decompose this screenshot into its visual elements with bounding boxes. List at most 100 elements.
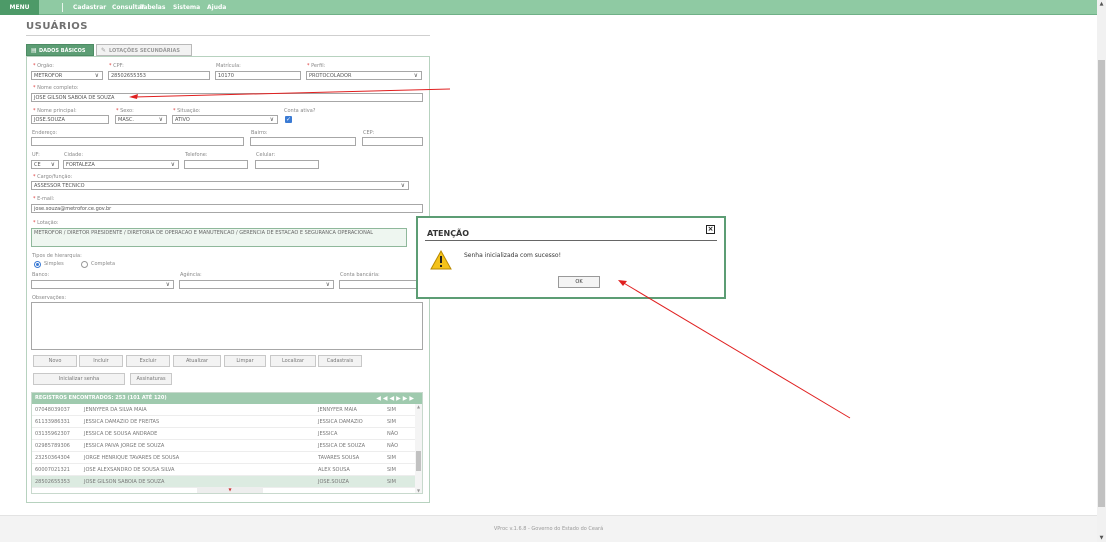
conta-bancaria-field[interactable] <box>339 280 417 289</box>
cargo-select[interactable]: ASSESSOR TECNICO <box>31 181 409 190</box>
grid-pagination: ◀◀◀▶▶▶ <box>376 393 416 404</box>
annotation-arrow-ok-button <box>621 281 851 419</box>
warning-icon <box>430 250 452 270</box>
incluir-button[interactable]: Incluir <box>79 355 123 367</box>
orgao-select[interactable]: METROFOR <box>31 71 103 80</box>
cidade-select[interactable]: FORTALEZA <box>63 160 179 169</box>
page-title: USUÁRIOS <box>26 21 88 32</box>
first-page-icon[interactable]: ◀◀ <box>376 395 389 402</box>
dialog-divider <box>425 240 717 241</box>
dialog-title: ATENÇÃO <box>427 229 470 238</box>
agencia-select[interactable] <box>179 280 334 289</box>
situacao-label: * Situação: <box>173 108 201 114</box>
sexo-label: * Sexo: <box>116 108 134 114</box>
endereco-label: Endereço: <box>32 130 58 136</box>
matricula-field[interactable]: 10170 <box>215 71 301 80</box>
tab-lotacoes-label: LOTAÇÕES SECUNDÁRIAS <box>109 48 180 54</box>
top-menubar: MENU Cadastrar Consultar Tabelas Sistema… <box>0 0 1097 15</box>
menu-button[interactable]: MENU <box>0 0 39 15</box>
uf-label: UF: <box>32 152 40 158</box>
cidade-label: Cidade: <box>64 152 84 158</box>
menu-item-ajuda[interactable]: Ajuda <box>207 0 226 15</box>
page-footer: VProc v.1.6.8 - Governo do Estado do Cea… <box>0 515 1097 542</box>
telefone-field[interactable] <box>184 160 248 169</box>
menubar-separator <box>62 3 63 12</box>
menu-item-tabelas[interactable]: Tabelas <box>140 0 165 15</box>
document-icon: ▤ <box>31 47 37 54</box>
celular-field[interactable] <box>255 160 319 169</box>
nome-completo-field[interactable]: JOSE GILSON SABOIA DE SOUZA <box>31 93 423 102</box>
conta-ativa-checkbox[interactable]: ✓ <box>285 116 292 123</box>
grid-header: REGISTROS ENCONTRADOS: 253 (101 ATÉ 120)… <box>32 393 422 404</box>
scroll-up-icon[interactable]: ▲ <box>415 404 422 409</box>
telefone-label: Telefone: <box>185 152 208 158</box>
endereco-field[interactable] <box>31 137 244 146</box>
limpar-button[interactable]: Limpar <box>224 355 266 367</box>
bairro-field[interactable] <box>250 137 356 146</box>
grid-expand-handle[interactable]: ▼ <box>197 487 263 493</box>
table-row[interactable]: 60007021321 JOSE ALEXSANDRO DE SOUSA SILV… <box>32 464 416 476</box>
observacoes-textarea[interactable] <box>31 302 423 350</box>
page-scroll-up-icon[interactable]: ▲ <box>1097 1 1106 7</box>
hierarquia-completa-radio[interactable] <box>81 261 88 268</box>
hierarquia-label: Tipos de hierarquia: <box>32 253 82 259</box>
perfil-select[interactable]: PROTOCOLADOR <box>306 71 422 80</box>
cargo-label: * Cargo/função: <box>33 174 73 180</box>
hierarquia-simples-radio[interactable] <box>34 261 41 268</box>
banco-select[interactable] <box>31 280 174 289</box>
nome-completo-label: * Nome completo: <box>33 85 79 91</box>
table-row[interactable]: 03135962307 JESSICA DE SOUSA ANDRADE JESSI… <box>32 428 416 440</box>
next-page-icon[interactable]: ▶ <box>396 395 403 402</box>
table-row[interactable]: 07048039037 JENNYFER DA SILVA MAIA JENNYFE… <box>32 404 416 416</box>
sexo-select[interactable]: MASC. <box>115 115 167 124</box>
page-scrollbar[interactable]: ▲ ▼ <box>1097 0 1106 542</box>
menu-item-sistema[interactable]: Sistema <box>173 0 200 15</box>
conta-bancaria-label: Conta bancária: <box>340 272 380 278</box>
assinaturas-button[interactable]: Assinaturas <box>130 373 172 385</box>
email-field[interactable]: jose.souza@metrofor.ce.gov.br <box>31 204 423 213</box>
page-scroll-thumb[interactable] <box>1098 60 1105 507</box>
inicializar-senha-button[interactable]: Inicializar senha <box>33 373 125 385</box>
title-divider <box>26 35 430 36</box>
tab-dados-basicos[interactable]: ▤ DADOS BÁSICOS <box>26 44 94 56</box>
celular-label: Celular: <box>256 152 276 158</box>
table-row[interactable]: 23250364304 JORGE HENRIQUE TAVARES DE SOU… <box>32 452 416 464</box>
matricula-label: Matrícula: <box>216 63 241 69</box>
menu-item-cadastrar[interactable]: Cadastrar <box>73 0 106 15</box>
novo-button[interactable]: Novo <box>33 355 77 367</box>
cadastrais-button[interactable]: Cadastrais <box>318 355 362 367</box>
nome-principal-field[interactable]: JOSE.SOUZA <box>31 115 109 124</box>
email-label: * E-mail: <box>33 196 55 202</box>
cep-label: CEP: <box>363 130 375 136</box>
footer-text: VProc v.1.6.8 - Governo do Estado do Cea… <box>493 526 604 532</box>
agencia-label: Agência: <box>180 272 202 278</box>
cpf-field[interactable]: 28502655353 <box>108 71 210 80</box>
grid-rows: 07048039037 JENNYFER DA SILVA MAIA JENNYFE… <box>32 404 416 488</box>
last-page-icon[interactable]: ▶▶ <box>403 395 416 402</box>
excluir-button[interactable]: Excluir <box>126 355 170 367</box>
close-icon[interactable]: × <box>706 225 715 234</box>
alert-dialog: ATENÇÃO × Senha inicializada com sucesso… <box>416 216 726 299</box>
grid-header-text: REGISTROS ENCONTRADOS: 253 (101 ATÉ 120) <box>35 395 167 401</box>
table-row[interactable]: 61133986331 JESSICA DAMAZIO DE FREITAS JES… <box>32 416 416 428</box>
observacoes-label: Observações: <box>32 295 67 301</box>
grid-scrollbar[interactable]: ▲ ▼ <box>415 404 422 493</box>
hierarquia-simples-label: Simples <box>44 261 64 267</box>
atualizar-button[interactable]: Atualizar <box>173 355 221 367</box>
cep-field[interactable] <box>362 137 423 146</box>
dialog-message: Senha inicializada com sucesso! <box>464 252 561 259</box>
lotacao-label: * Lotação: <box>33 220 59 226</box>
uf-select[interactable]: CE <box>31 160 59 169</box>
banco-label: Banco: <box>32 272 50 278</box>
tab-lotacoes-secundarias[interactable]: ✎ LOTAÇÕES SECUNDÁRIAS <box>96 44 192 56</box>
table-row[interactable]: 02985789306 JESSICA PAIVA JORGE DE SOUZA J… <box>32 440 416 452</box>
grid-scroll-thumb[interactable] <box>416 451 421 471</box>
lotacao-field[interactable]: METROFOR / DIRETOR PRESIDENTE / DIRETORI… <box>31 228 407 247</box>
localizar-button[interactable]: Localizar <box>270 355 316 367</box>
page-scroll-down-icon[interactable]: ▼ <box>1097 535 1106 541</box>
hierarquia-completa-label: Completa <box>91 261 116 267</box>
records-grid: REGISTROS ENCONTRADOS: 253 (101 ATÉ 120)… <box>31 392 423 494</box>
situacao-select[interactable]: ATIVO <box>172 115 278 124</box>
scroll-down-icon[interactable]: ▼ <box>415 488 422 493</box>
ok-button[interactable]: OK <box>558 276 600 288</box>
